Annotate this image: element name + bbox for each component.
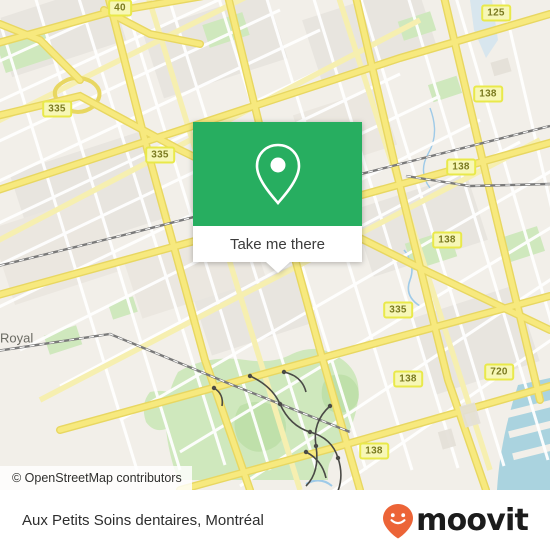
- moovit-wordmark: moovit: [416, 502, 529, 538]
- highway-shield: 335: [383, 301, 413, 319]
- map-attribution[interactable]: © OpenStreetMap contributors: [0, 466, 192, 490]
- location-pin-icon: [255, 143, 300, 206]
- highway-shield: 335: [42, 100, 72, 118]
- highway-shield: 138: [473, 85, 503, 103]
- highway-shield: 720: [484, 363, 514, 381]
- highway-shield: 138: [393, 370, 423, 388]
- highway-shield: 125: [481, 4, 511, 22]
- moovit-logo[interactable]: moovit: [381, 502, 529, 539]
- place-label-royal: Royal: [0, 330, 34, 346]
- footer-bar: Aux Petits Soins dentaires, Montréal moo…: [0, 490, 550, 550]
- highway-shield: 138: [446, 158, 476, 176]
- highway-shield: 138: [432, 231, 462, 249]
- place-callout-card[interactable]: Take me there: [193, 122, 362, 273]
- take-me-there-label: Take me there: [229, 235, 326, 253]
- highway-shield: 40: [108, 0, 132, 17]
- callout-pin-panel: [193, 122, 362, 226]
- moovit-place-card: 40 125 335 138 335 138 138 335 138 720 1…: [0, 0, 550, 550]
- highway-shield: 138: [359, 442, 389, 460]
- map-canvas[interactable]: 40 125 335 138 335 138 138 335 138 720 1…: [0, 0, 550, 490]
- attribution-text: © OpenStreetMap contributors: [12, 471, 182, 485]
- place-title: Aux Petits Soins dentaires, Montréal: [22, 512, 264, 529]
- moovit-pin-icon: [383, 503, 414, 538]
- callout-tip: [265, 262, 290, 273]
- callout-action-bar[interactable]: Take me there: [193, 226, 362, 273]
- highway-shield: 335: [145, 146, 175, 164]
